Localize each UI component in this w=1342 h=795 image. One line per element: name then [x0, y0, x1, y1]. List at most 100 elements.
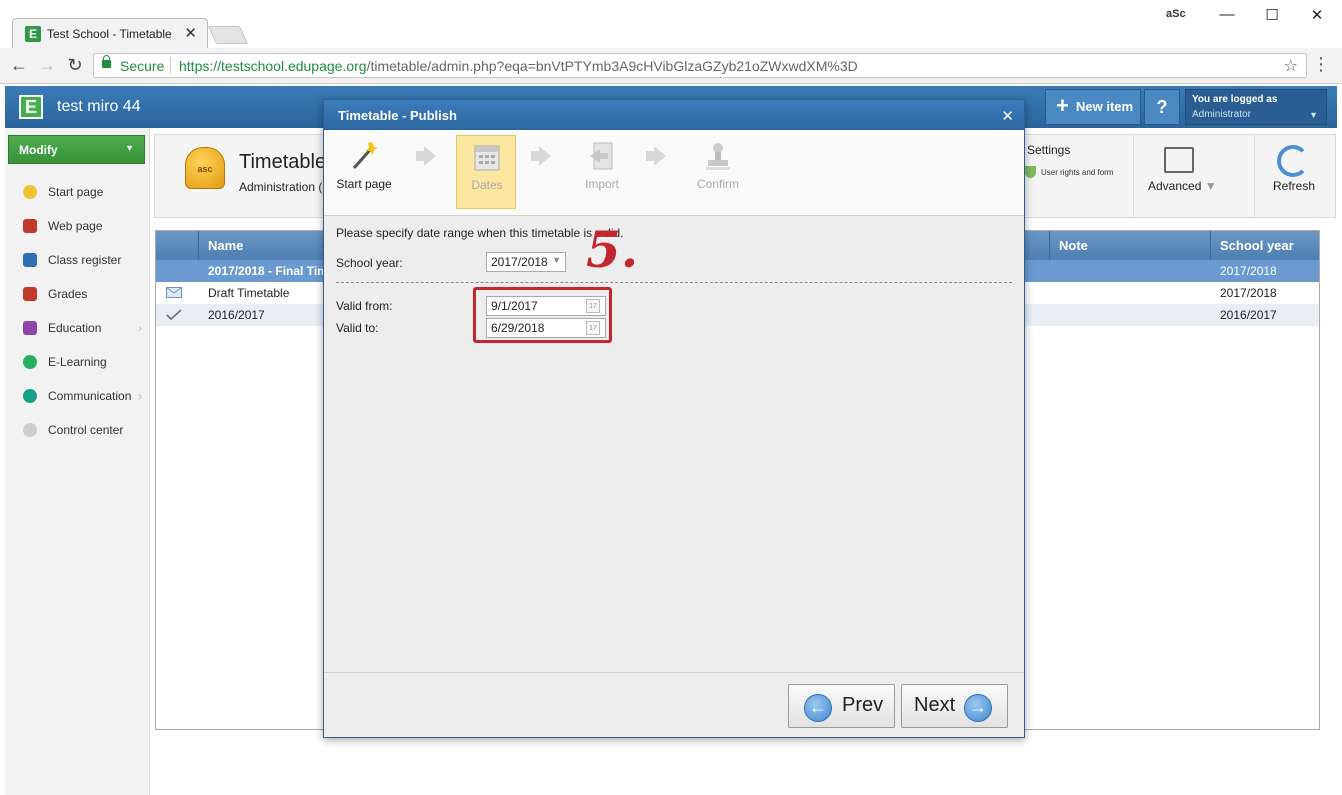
star-icon: [23, 185, 37, 199]
column-divider: [198, 231, 199, 260]
browser-tab[interactable]: E Test School - Timetable ✕: [12, 18, 208, 48]
arrow-left-icon: ←: [804, 694, 832, 722]
dialog-body: Please specify date range when this time…: [324, 217, 1024, 672]
school-year-select[interactable]: 2017/2018 ▼: [486, 252, 566, 272]
chevron-down-icon: ▼: [125, 143, 134, 153]
row-name: 2017/2018 - Final Tim: [208, 264, 328, 278]
user-rights-link[interactable]: User rights and form: [1024, 166, 1113, 178]
column-header-name[interactable]: Name: [208, 238, 243, 253]
url-text[interactable]: https://testschool.edupage.org/timetable…: [179, 58, 858, 74]
step-start-page[interactable]: Start page: [334, 135, 394, 209]
sidebar-item-elearning[interactable]: E-Learning: [5, 348, 150, 376]
modify-label: Modify: [19, 143, 58, 157]
refresh-label: Refresh: [1273, 179, 1316, 193]
valid-to-label: Valid to:: [336, 321, 379, 335]
sidebar-item-label: Communication: [48, 389, 132, 403]
prev-button[interactable]: ← Prev: [788, 684, 895, 728]
dialog-close-icon[interactable]: ✕: [1001, 107, 1014, 125]
reload-icon[interactable]: ↻: [64, 54, 86, 76]
date-range-prompt: Please specify date range when this time…: [336, 226, 624, 240]
row-name: Draft Timetable: [208, 286, 290, 300]
chevron-down-icon: ▼: [1309, 110, 1318, 120]
step-dates[interactable]: Dates: [456, 135, 516, 209]
browser-menu-icon[interactable]: ⋮: [1312, 54, 1330, 75]
elearning-icon: [23, 355, 37, 369]
window-close-icon[interactable]: ✕: [1302, 6, 1332, 24]
bookmark-star-icon[interactable]: ☆: [1284, 56, 1298, 76]
back-icon[interactable]: ←: [8, 54, 30, 76]
tab-close-icon[interactable]: ✕: [184, 24, 197, 42]
sidebar-item-web-page[interactable]: Web page: [5, 212, 150, 240]
dialog-title-bar: Timetable - Publish ✕: [324, 100, 1024, 130]
browser-toolbar: ← → ↻ Secure https://testschool.edupage.…: [0, 48, 1342, 84]
refresh-button[interactable]: Refresh: [1259, 135, 1335, 217]
step-label: Import: [584, 177, 619, 191]
modify-button[interactable]: Modify ▼: [8, 135, 145, 164]
next-button[interactable]: Next →: [901, 684, 1008, 728]
magic-wand-icon: [352, 142, 378, 169]
import-icon: [590, 142, 613, 170]
step-label: Dates: [471, 178, 503, 192]
step-arrow-icon: [416, 146, 436, 166]
secure-label: Secure: [120, 58, 165, 74]
sidebar-item-label: Start page: [48, 185, 104, 199]
sidebar-item-education[interactable]: Education ›: [5, 314, 150, 342]
refresh-icon: [1277, 145, 1309, 177]
advanced-button[interactable]: Advanced ▼: [1133, 135, 1255, 217]
maximize-icon[interactable]: ☐: [1257, 6, 1287, 24]
valid-from-label: Valid from:: [336, 299, 393, 313]
grades-icon: [23, 287, 37, 301]
divider: [336, 282, 1012, 283]
settings-link[interactable]: Settings: [1010, 143, 1070, 157]
checkmark-icon: [166, 309, 182, 320]
forward-icon[interactable]: →: [36, 54, 58, 76]
new-item-button[interactable]: New item: [1045, 89, 1141, 125]
user-menu[interactable]: You are logged as Administrator ▼: [1185, 89, 1327, 125]
arrow-right-icon: →: [964, 694, 992, 722]
minimize-icon[interactable]: —: [1212, 6, 1242, 23]
step-import[interactable]: Import: [572, 135, 632, 209]
control-center-icon: [23, 423, 37, 437]
sidebar-item-label: E-Learning: [48, 355, 107, 369]
row-school-year: 2016/2017: [1220, 308, 1277, 322]
help-button[interactable]: ?: [1144, 89, 1180, 125]
sidebar: Modify ▼ Start page Web page Class regis…: [5, 128, 150, 795]
sidebar-item-label: Education: [48, 321, 102, 335]
sidebar-item-control-center[interactable]: Control center: [5, 416, 150, 444]
column-header-school-year[interactable]: School year: [1220, 238, 1294, 253]
step-arrow-icon: [646, 146, 666, 166]
logged-in-label: You are logged as: [1192, 94, 1278, 105]
page-subtitle: Administration (I: [239, 180, 326, 194]
advanced-label: Advanced ▼: [1148, 179, 1217, 193]
url-separator: [170, 57, 171, 74]
step-arrow-icon: [531, 146, 551, 166]
sidebar-item-start-page[interactable]: Start page: [5, 178, 150, 206]
next-label: Next: [914, 694, 956, 716]
row-school-year: 2017/2018: [1220, 264, 1277, 278]
dialog-title: Timetable - Publish: [338, 108, 457, 123]
step-confirm[interactable]: Confirm: [688, 135, 748, 209]
new-tab-button[interactable]: [207, 26, 249, 44]
step-label: Confirm: [696, 177, 739, 191]
tab-title: Test School - Timetable: [47, 27, 172, 41]
school-year-value: 2017/2018: [491, 255, 548, 269]
sidebar-item-grades[interactable]: Grades: [5, 280, 150, 308]
logged-in-user: Administrator: [1192, 109, 1251, 120]
url-host: https://testschool.edupage.org: [179, 58, 367, 74]
calendar-icon: [474, 145, 500, 171]
sidebar-item-label: Class register: [48, 253, 122, 267]
chevron-down-icon: ▼: [552, 255, 561, 265]
dialog-footer: ← Prev Next →: [324, 672, 1024, 737]
education-icon: [23, 321, 37, 335]
edupage-logo-icon[interactable]: E: [19, 95, 43, 119]
school-name[interactable]: test miro 44: [57, 98, 141, 116]
sidebar-item-communication[interactable]: Communication ›: [5, 382, 150, 410]
url-path: /timetable/admin.php?eqa=bnVtPTYmb3A9cHV…: [366, 58, 858, 74]
annotation-number: 5.: [586, 220, 639, 279]
lock-icon: [102, 55, 111, 68]
address-bar[interactable]: Secure https://testschool.edupage.org/ti…: [93, 53, 1307, 78]
wizard-steps: Start page Dates Import Confirm: [324, 130, 1024, 216]
sidebar-item-class-register[interactable]: Class register: [5, 246, 150, 274]
sliders-icon: [1164, 147, 1194, 173]
column-header-note[interactable]: Note: [1059, 238, 1088, 253]
